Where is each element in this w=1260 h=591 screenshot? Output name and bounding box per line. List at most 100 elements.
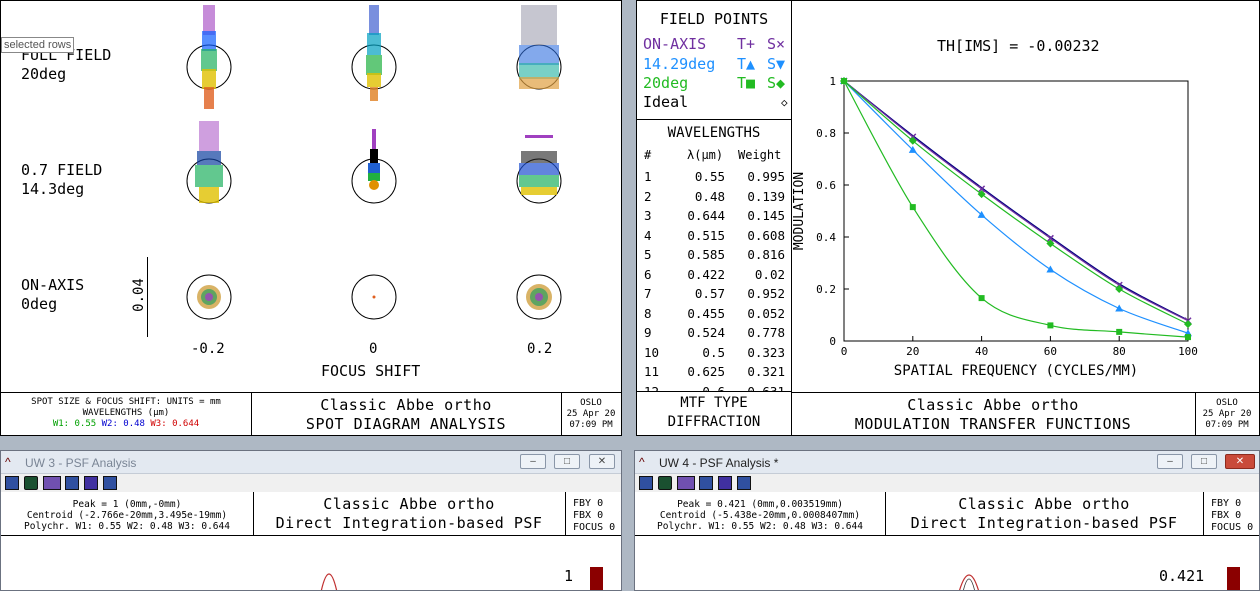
uw4-header: Peak = 0.421 (0mm,0.003519mm) Centroid (… (635, 492, 1259, 536)
fby: FBY 0 (1211, 498, 1242, 509)
lens-title: Classic Abbe ortho (320, 396, 492, 414)
analysis-title: SPOT DIAGRAM ANALYSIS (305, 415, 507, 433)
point-marker (909, 204, 916, 211)
target-tool-icon[interactable] (24, 476, 38, 490)
polychr: Polychr. W1: 0.55 W2: 0.48 W3: 0.644 (24, 521, 230, 532)
spot-diagram-plot (186, 5, 562, 320)
w1-label: W1: 0.55 (52, 419, 97, 429)
analysis-title: Direct Integration-based PSF (910, 514, 1178, 532)
psf-window-uw3[interactable]: ^ UW 3 - PSF Analysis – □ ✕ Peak = 1 (0m… (0, 450, 622, 591)
wl-index: 4 (644, 227, 652, 243)
date: 25 Apr 20 (566, 409, 616, 419)
y-tick-label: 0.8 (816, 127, 836, 140)
mtf-type-title: MTF TYPE (680, 395, 748, 411)
wl-lambda: 0.455 (687, 305, 725, 321)
mtf-footer-title: Classic Abbe ortho MODULATION TRANSFER F… (791, 396, 1195, 434)
field-name: ON-AXIS (643, 35, 707, 53)
series-line (843, 80, 1189, 322)
polychr: Polychr. W1: 0.55 W2: 0.48 W3: 0.644 (657, 521, 863, 532)
brand: OSLO (1216, 398, 1238, 408)
circle-tool-icon[interactable] (84, 476, 98, 490)
lens-title: Classic Abbe ortho (958, 495, 1130, 513)
minimize-button[interactable]: – (1157, 454, 1183, 469)
wl-lambda: 0.55 (694, 169, 725, 184)
mtf-window[interactable]: FIELD POINTS ON-AXIS T+ S× 14.29deg T▲ S… (636, 0, 1260, 436)
spot-diagram-window[interactable]: FULL FIELD 20deg 0.7 FIELD 14.3deg ON-AX… (0, 0, 622, 436)
peak: Peak = 1 (0mm,-0mm) (72, 499, 182, 510)
w2-label: W2: 0.48 (101, 419, 145, 429)
uw3-colorbar (590, 567, 603, 590)
time: 07:09 PM (569, 420, 613, 430)
psf-window-uw4[interactable]: ^ UW 4 - PSF Analysis * – □ ✕ Peak = 0.4… (634, 450, 1260, 591)
spot-full-field-zero (366, 5, 382, 101)
uw4-stats: Peak = 0.421 (0mm,0.003519mm) Centroid (… (635, 499, 885, 532)
x-tick-label: 60 (1044, 345, 1057, 358)
wl-weight: 0.816 (747, 247, 785, 262)
uw3-peak-value: 1 (564, 567, 574, 585)
y-tick-label: 0 (829, 335, 836, 348)
field-points-title: FIELD POINTS (659, 10, 769, 28)
centroid: Centroid (-2.766e-20mm,3.495e-19mm) (26, 510, 228, 521)
grid-tool-icon[interactable] (639, 476, 653, 490)
grid2-tool-icon[interactable] (65, 476, 79, 490)
point-marker (1185, 334, 1191, 341)
x-tick-label: 20 (906, 345, 919, 358)
field-name: 14.29deg (643, 55, 716, 73)
wl-lambda: 0.625 (687, 364, 725, 379)
minimize-button[interactable]: – (520, 454, 546, 469)
focus-tick-neg: -0.2 (191, 341, 225, 357)
circle-tool-icon[interactable] (718, 476, 732, 490)
focus-shift-axis-label: FOCUS SHIFT (321, 362, 421, 380)
chart-tool-icon[interactable] (43, 476, 61, 490)
wl-lambda: 0.57 (694, 286, 725, 301)
point-marker (1046, 265, 1055, 273)
target-tool-icon[interactable] (658, 476, 672, 490)
x-axis-label: SPATIAL FREQUENCY (CYCLES/MM) (894, 363, 1138, 379)
wl-index: 3 (644, 208, 652, 223)
grid2-tool-icon[interactable] (699, 476, 713, 490)
y-tick-label: 0.2 (816, 283, 836, 296)
wl-index: 5 (644, 247, 652, 262)
chart-tool-icon[interactable] (677, 476, 695, 490)
close-button[interactable]: ✕ (1225, 454, 1255, 469)
field-point-ideal: Ideal ◇ (643, 93, 789, 111)
w3-label: W3: 0.644 (150, 419, 200, 429)
psf-tool-icon[interactable] (103, 476, 117, 490)
maximize-button[interactable]: □ (1191, 454, 1217, 469)
psf-tool-icon[interactable] (737, 476, 751, 490)
analysis-title: Direct Integration-based PSF (275, 514, 543, 532)
x-tick-label: 0 (841, 345, 848, 358)
wl-index: 8 (644, 305, 652, 321)
field-t-marker: T+ (737, 35, 756, 53)
uw4-field-info: FBY 0 FBX 0 FOCUS 0 (1211, 498, 1253, 534)
spot-full-field-neg (201, 5, 217, 109)
spot-on-axis-neg (197, 285, 221, 309)
wl-weight: 0.608 (747, 227, 785, 243)
field-name: 20deg (643, 74, 689, 92)
spot-on-axis-zero (372, 295, 376, 299)
uw3-titlebar[interactable]: ^ UW 3 - PSF Analysis – □ ✕ (1, 451, 621, 474)
point-marker (1047, 322, 1054, 329)
wl-weight: 0.145 (747, 208, 785, 223)
wl-index: 6 (644, 266, 652, 282)
wavelength-legend: W1: 0.55 W2: 0.48 W3: 0.644 (1, 419, 251, 430)
wl-index: 10 (644, 344, 660, 360)
uw4-title: Classic Abbe ortho Direct Integration-ba… (885, 495, 1203, 533)
x-tick-label: 40 (975, 345, 988, 358)
wl-weight: 0.952 (747, 286, 785, 301)
point-marker (1184, 320, 1192, 329)
close-button[interactable]: ✕ (589, 454, 615, 469)
maximize-button[interactable]: □ (554, 454, 580, 469)
brand: OSLO (580, 398, 602, 408)
spot-on-axis-pos (526, 284, 552, 310)
lens-title: Classic Abbe ortho (907, 396, 1079, 414)
wl-header-weight: Weight (738, 148, 782, 162)
uw3-psf-plot (320, 573, 338, 590)
uw3-toolbar (1, 474, 621, 493)
focus: FOCUS 0 (573, 522, 616, 533)
point-marker (1116, 328, 1123, 335)
grid-tool-icon[interactable] (5, 476, 19, 490)
wl-weight: 0.321 (747, 364, 785, 379)
y-tick-label: 1 (829, 75, 836, 88)
uw4-titlebar[interactable]: ^ UW 4 - PSF Analysis * – □ ✕ (635, 451, 1259, 474)
